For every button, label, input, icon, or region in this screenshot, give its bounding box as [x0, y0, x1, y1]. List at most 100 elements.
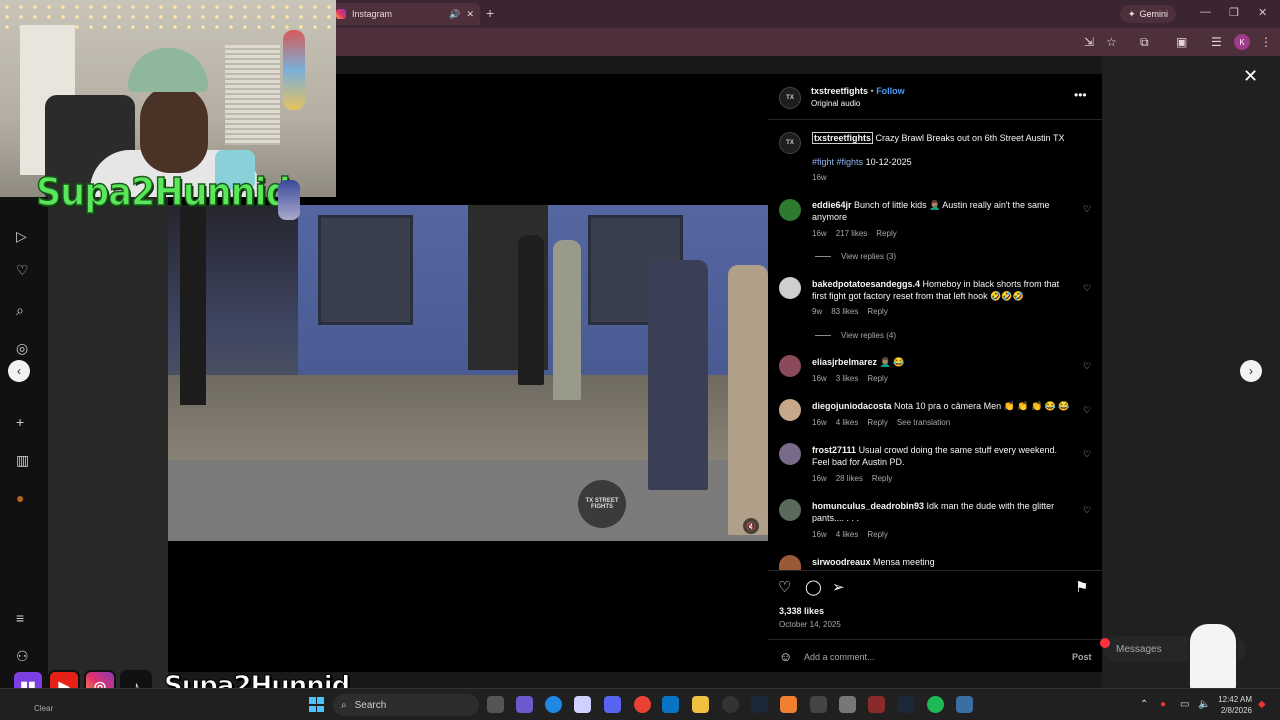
comment-likes[interactable]: 28 likes [836, 474, 863, 483]
comment-likes[interactable]: 4 likes [836, 530, 859, 539]
comment-like-icon[interactable]: ♡ [1083, 361, 1091, 372]
close-post-button[interactable]: ✕ [1243, 66, 1258, 87]
app-icon[interactable] [780, 696, 797, 713]
app-icon[interactable] [956, 696, 973, 713]
maximize-button[interactable]: ❐ [1229, 6, 1239, 19]
comment-likes[interactable]: 4 likes [836, 418, 859, 427]
steam-icon[interactable] [897, 696, 914, 713]
explore-icon[interactable]: ◎ [16, 340, 28, 357]
commenter-avatar[interactable] [779, 277, 801, 299]
next-post-button[interactable]: › [1240, 360, 1262, 382]
like-icon[interactable]: ♡ [778, 578, 791, 596]
chrome-icon[interactable] [634, 696, 651, 713]
comment-likes[interactable]: 3 likes [836, 374, 859, 383]
profile-avatar[interactable]: K [1234, 34, 1250, 50]
commenter-avatar[interactable] [779, 555, 801, 570]
apps-icon[interactable]: ⚇ [16, 648, 29, 665]
author-username[interactable]: txstreetfights [811, 86, 868, 96]
comment-username[interactable]: eddie64jr [812, 200, 852, 210]
tab-instagram[interactable]: Instagram 🔊 ✕ [330, 3, 480, 25]
bookmark-star-icon[interactable]: ☆ [1106, 35, 1117, 49]
comment-like-icon[interactable]: ♡ [1083, 204, 1091, 215]
comment-reply-button[interactable]: Reply [872, 474, 892, 483]
author-avatar[interactable]: TX [779, 87, 801, 109]
see-translation-button[interactable]: See translation [897, 418, 950, 427]
file-explorer-icon[interactable] [692, 696, 709, 713]
edge-icon[interactable] [545, 696, 562, 713]
microphone-icon[interactable]: ● [1160, 699, 1166, 710]
browser-menu-icon[interactable]: ⋮ [1260, 35, 1272, 49]
caption-avatar[interactable]: TX [779, 132, 801, 154]
app-icon[interactable] [868, 696, 885, 713]
taskbar-search-input[interactable] [354, 699, 445, 711]
search-nav-icon[interactable]: ⌕ [16, 302, 24, 319]
store-icon[interactable] [662, 696, 679, 713]
comment-reply-button[interactable]: Reply [876, 229, 896, 238]
commenter-avatar[interactable] [779, 355, 801, 377]
view-replies-button[interactable]: View replies (4) [815, 331, 896, 340]
comment-like-icon[interactable]: ♡ [1083, 505, 1091, 516]
comment-likes[interactable]: 217 likes [836, 229, 868, 238]
comment-username[interactable]: eliasjrbelmarez [812, 357, 877, 367]
comment-like-icon[interactable]: ♡ [1083, 449, 1091, 460]
discord-icon[interactable] [604, 696, 621, 713]
view-replies-button[interactable]: View replies (3) [815, 252, 896, 261]
comment-username[interactable]: bakedpotatoesandeggs.4 [812, 279, 920, 289]
insights-icon[interactable]: ▥ [16, 452, 29, 469]
likes-count[interactable]: 3,338 likes [779, 606, 824, 616]
install-icon[interactable]: ⇲ [1084, 35, 1094, 49]
commenter-avatar[interactable] [779, 499, 801, 521]
copilot-icon[interactable] [516, 696, 533, 713]
caption-hashtags[interactable]: #fight #fights [812, 157, 863, 167]
taskbar-search[interactable]: ⌕ [333, 694, 479, 716]
notification-icon[interactable]: ◆ [1258, 699, 1266, 710]
comment-username[interactable]: homunculus_deadrobin93 [812, 501, 924, 511]
comment-reply-button[interactable]: Reply [867, 307, 887, 316]
emoji-icon[interactable]: ☺ [779, 649, 792, 664]
comment-username[interactable]: diegojuniodacosta [812, 401, 892, 411]
post-comment-button[interactable]: Post [1072, 652, 1092, 662]
start-button[interactable] [309, 697, 324, 712]
more-menu-icon[interactable]: ≡ [16, 610, 24, 626]
app-icon[interactable] [810, 696, 827, 713]
audio-label[interactable]: Original audio [811, 99, 860, 108]
follow-button[interactable]: Follow [876, 86, 905, 96]
network-icon[interactable]: ▭ [1180, 699, 1189, 710]
comment-reply-button[interactable]: Reply [867, 374, 887, 383]
more-options-icon[interactable]: ••• [1074, 88, 1087, 102]
previous-post-button[interactable]: ‹ [8, 360, 30, 382]
sidebar-icon[interactable]: ▣ [1176, 35, 1187, 49]
profile-nav-icon[interactable]: ● [16, 490, 24, 506]
spotify-icon[interactable] [927, 696, 944, 713]
notifications-icon[interactable]: ♡ [16, 262, 29, 279]
task-view-icon[interactable] [487, 696, 504, 713]
reading-list-icon[interactable]: ☰ [1211, 35, 1222, 49]
caption-username[interactable]: txstreetfights [812, 132, 874, 144]
comment-like-icon[interactable]: ♡ [1083, 405, 1091, 416]
comment-reply-button[interactable]: Reply [867, 530, 887, 539]
gemini-button[interactable]: ✦ Gemini [1120, 5, 1177, 23]
mute-toggle-icon[interactable]: 🔇 [743, 518, 759, 534]
comment-reply-button[interactable]: Reply [867, 418, 887, 427]
extensions-icon[interactable]: ⧉ [1140, 35, 1149, 50]
post-video[interactable]: TX STREET FIGHTS 🔇 [168, 205, 768, 541]
volume-icon[interactable]: 🔈 [1198, 699, 1210, 710]
window-close-button[interactable]: ✕ [1258, 6, 1267, 19]
commenter-avatar[interactable] [779, 443, 801, 465]
comment-input[interactable] [804, 649, 1034, 665]
minimize-button[interactable]: — [1200, 6, 1211, 18]
steam-icon[interactable] [751, 696, 768, 713]
comment-like-icon[interactable]: ♡ [1083, 283, 1091, 294]
comment-likes[interactable]: 83 likes [831, 307, 858, 316]
settings-icon[interactable] [839, 696, 856, 713]
reels-icon[interactable]: ▷ [16, 228, 27, 245]
comment-username[interactable]: frost27111 [812, 445, 856, 455]
tab-close-icon[interactable]: ✕ [466, 9, 474, 20]
tray-chevron-icon[interactable]: ⌃ [1140, 699, 1148, 710]
commenter-avatar[interactable] [779, 399, 801, 421]
comment-icon[interactable]: ◯ [805, 578, 822, 596]
obs-icon[interactable] [722, 696, 739, 713]
new-tab-button[interactable]: + [486, 5, 494, 21]
app-icon[interactable] [574, 696, 591, 713]
share-icon[interactable]: ➢ [832, 578, 845, 596]
